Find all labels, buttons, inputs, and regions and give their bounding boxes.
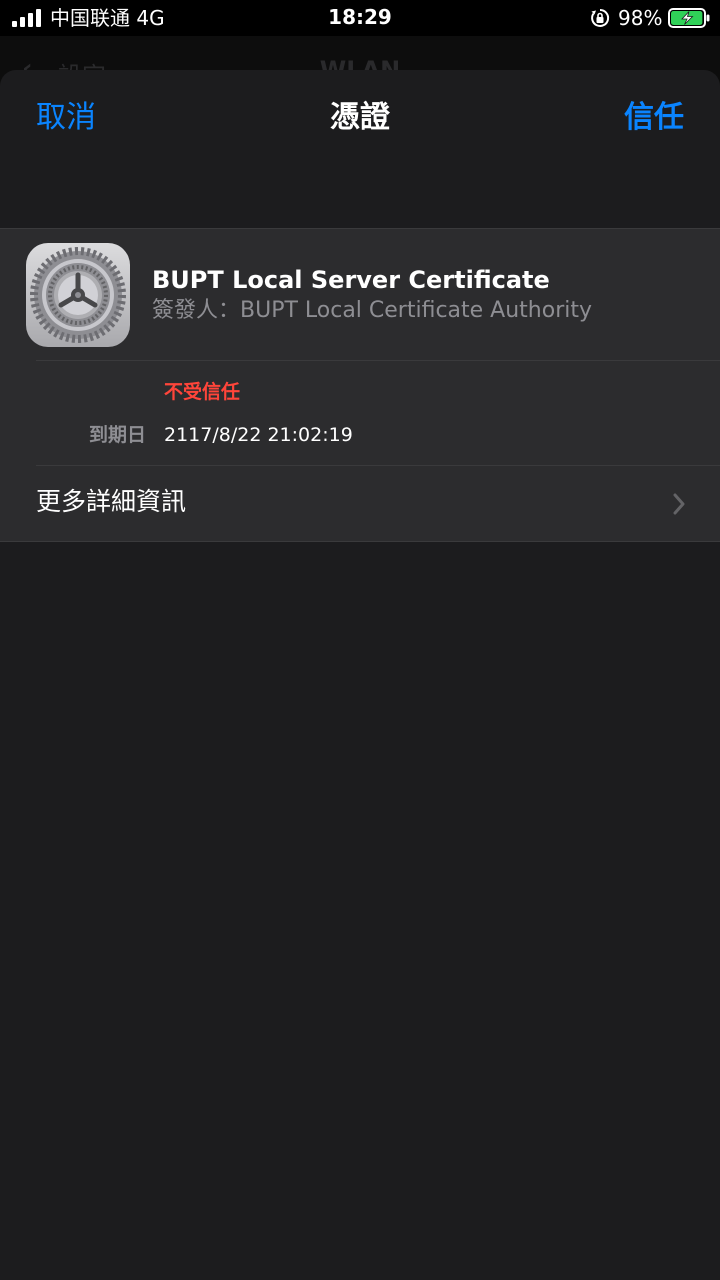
battery-charging-icon	[668, 8, 710, 28]
certificate-sheet: 取消 憑證 信任 BUPT Local Server Certificate 簽…	[0, 70, 720, 1280]
status-bar: 中国联通 4G 18:29 98%	[0, 0, 720, 36]
trust-status-label: 不受信任	[164, 381, 241, 403]
battery-percent: 98%	[618, 6, 663, 30]
clock-time: 18:29	[328, 5, 392, 29]
certificate-issuer: 簽發人：BUPT Local Certificate Authority	[152, 298, 593, 323]
cancel-button[interactable]: 取消	[36, 100, 96, 136]
trust-button[interactable]: 信任	[624, 100, 684, 136]
chevron-right-icon	[673, 493, 685, 515]
sheet-title: 憑證	[330, 100, 390, 135]
more-details-label: 更多詳細資訊	[36, 487, 187, 516]
certificate-name: BUPT Local Server Certificate	[152, 266, 550, 294]
divider	[36, 360, 720, 361]
certificate-card: BUPT Local Server Certificate 簽發人：BUPT L…	[0, 228, 720, 542]
more-details-row[interactable]: 更多詳細資訊	[0, 466, 720, 542]
orientation-lock-icon	[591, 8, 610, 27]
expiry-value: 2117/8/22 21:02:19	[164, 424, 353, 446]
expiry-label: 到期日	[88, 424, 146, 446]
settings-gear-icon	[26, 243, 130, 347]
